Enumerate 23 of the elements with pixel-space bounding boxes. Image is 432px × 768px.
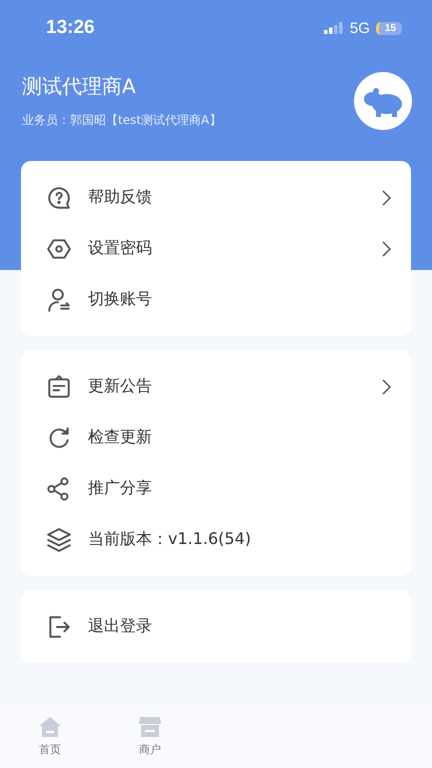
network-type: 5G [350,20,370,36]
avatar[interactable] [354,72,412,130]
user-switch-icon [46,286,72,312]
store-icon [138,716,162,738]
layers-icon [46,526,72,552]
status-time: 13:26 [46,17,95,39]
menu-item[interactable]: 切换账号 [88,289,391,310]
battery-indicator: 15 [376,22,402,34]
agent-name: 测试代理商A [22,73,137,100]
menu-item[interactable]: 推广分享 [88,478,391,499]
home-icon [38,716,62,738]
signal-icon [324,22,344,34]
menu-item[interactable]: 退出登录 [88,616,391,637]
menu-item[interactable]: 当前版本：v1.1.6(54) [88,529,391,550]
tab-item[interactable]: 商户 [100,704,200,768]
help-icon [46,184,72,210]
menu-item[interactable]: 更新公告 [88,376,382,397]
clipboard-icon [46,374,72,400]
tab-item[interactable]: 首页 [0,704,100,768]
menu-item[interactable]: 检查更新 [88,427,391,448]
menu-item[interactable]: 设置密码 [88,238,382,259]
menu-item[interactable]: 帮助反馈 [88,187,382,208]
salesperson-info: 业务员：郭国昭【test测试代理商A】 [22,112,222,129]
